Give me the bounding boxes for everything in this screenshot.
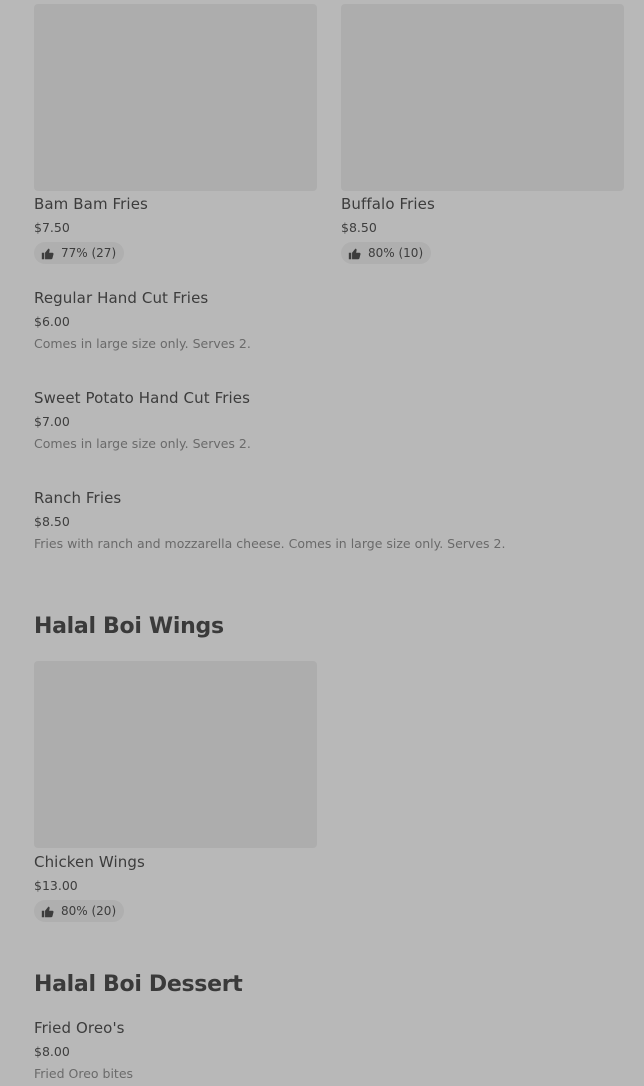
item-name: Sweet Potato Hand Cut Fries bbox=[34, 389, 250, 407]
rating-badge: 77% (27) bbox=[34, 242, 125, 264]
item-image[interactable] bbox=[34, 661, 317, 848]
list-item[interactable]: Ranch Fries $8.50 Fries with ranch and m… bbox=[34, 489, 624, 569]
item-price: $7.50 bbox=[34, 220, 70, 235]
item-description: Fried Oreo bites bbox=[34, 1066, 134, 1081]
rating-text: 77% (27) bbox=[61, 246, 117, 260]
item-description: Comes in large size only. Serves 2. bbox=[34, 436, 251, 451]
thumbs-up-icon bbox=[348, 248, 361, 259]
rating-badge: 80% (20) bbox=[34, 900, 125, 922]
item-description: Fries with ranch and mozzarella cheese. … bbox=[34, 536, 506, 551]
item-name[interactable]: Buffalo Fries bbox=[341, 195, 435, 213]
item-name: Regular Hand Cut Fries bbox=[34, 289, 209, 307]
item-name: Ranch Fries bbox=[34, 489, 122, 507]
rating-text: 80% (10) bbox=[368, 246, 424, 260]
item-name[interactable]: Chicken Wings bbox=[34, 853, 145, 871]
rating-badge: 80% (10) bbox=[341, 242, 432, 264]
rating-text: 80% (20) bbox=[61, 904, 117, 918]
item-price: $8.50 bbox=[341, 220, 377, 235]
item-price: $8.00 bbox=[34, 1044, 70, 1059]
list-item[interactable]: Fried Oreo's $8.00 Fried Oreo bites bbox=[34, 1019, 624, 1086]
section-title: Halal Boi Dessert bbox=[34, 972, 243, 997]
list-item[interactable]: Regular Hand Cut Fries $6.00 Comes in la… bbox=[34, 289, 624, 369]
thumbs-up-icon bbox=[41, 906, 54, 917]
thumbs-up-icon bbox=[41, 248, 54, 259]
item-description: Comes in large size only. Serves 2. bbox=[34, 336, 251, 351]
item-name[interactable]: Bam Bam Fries bbox=[34, 195, 148, 213]
item-price: $8.50 bbox=[34, 514, 70, 529]
item-price: $6.00 bbox=[34, 314, 70, 329]
item-price: $13.00 bbox=[34, 878, 78, 893]
item-image[interactable] bbox=[341, 4, 624, 191]
item-name: Fried Oreo's bbox=[34, 1019, 125, 1037]
list-item[interactable]: Sweet Potato Hand Cut Fries $7.00 Comes … bbox=[34, 389, 624, 469]
item-image[interactable] bbox=[34, 4, 317, 191]
item-price: $7.00 bbox=[34, 414, 70, 429]
section-title: Halal Boi Wings bbox=[34, 614, 224, 639]
